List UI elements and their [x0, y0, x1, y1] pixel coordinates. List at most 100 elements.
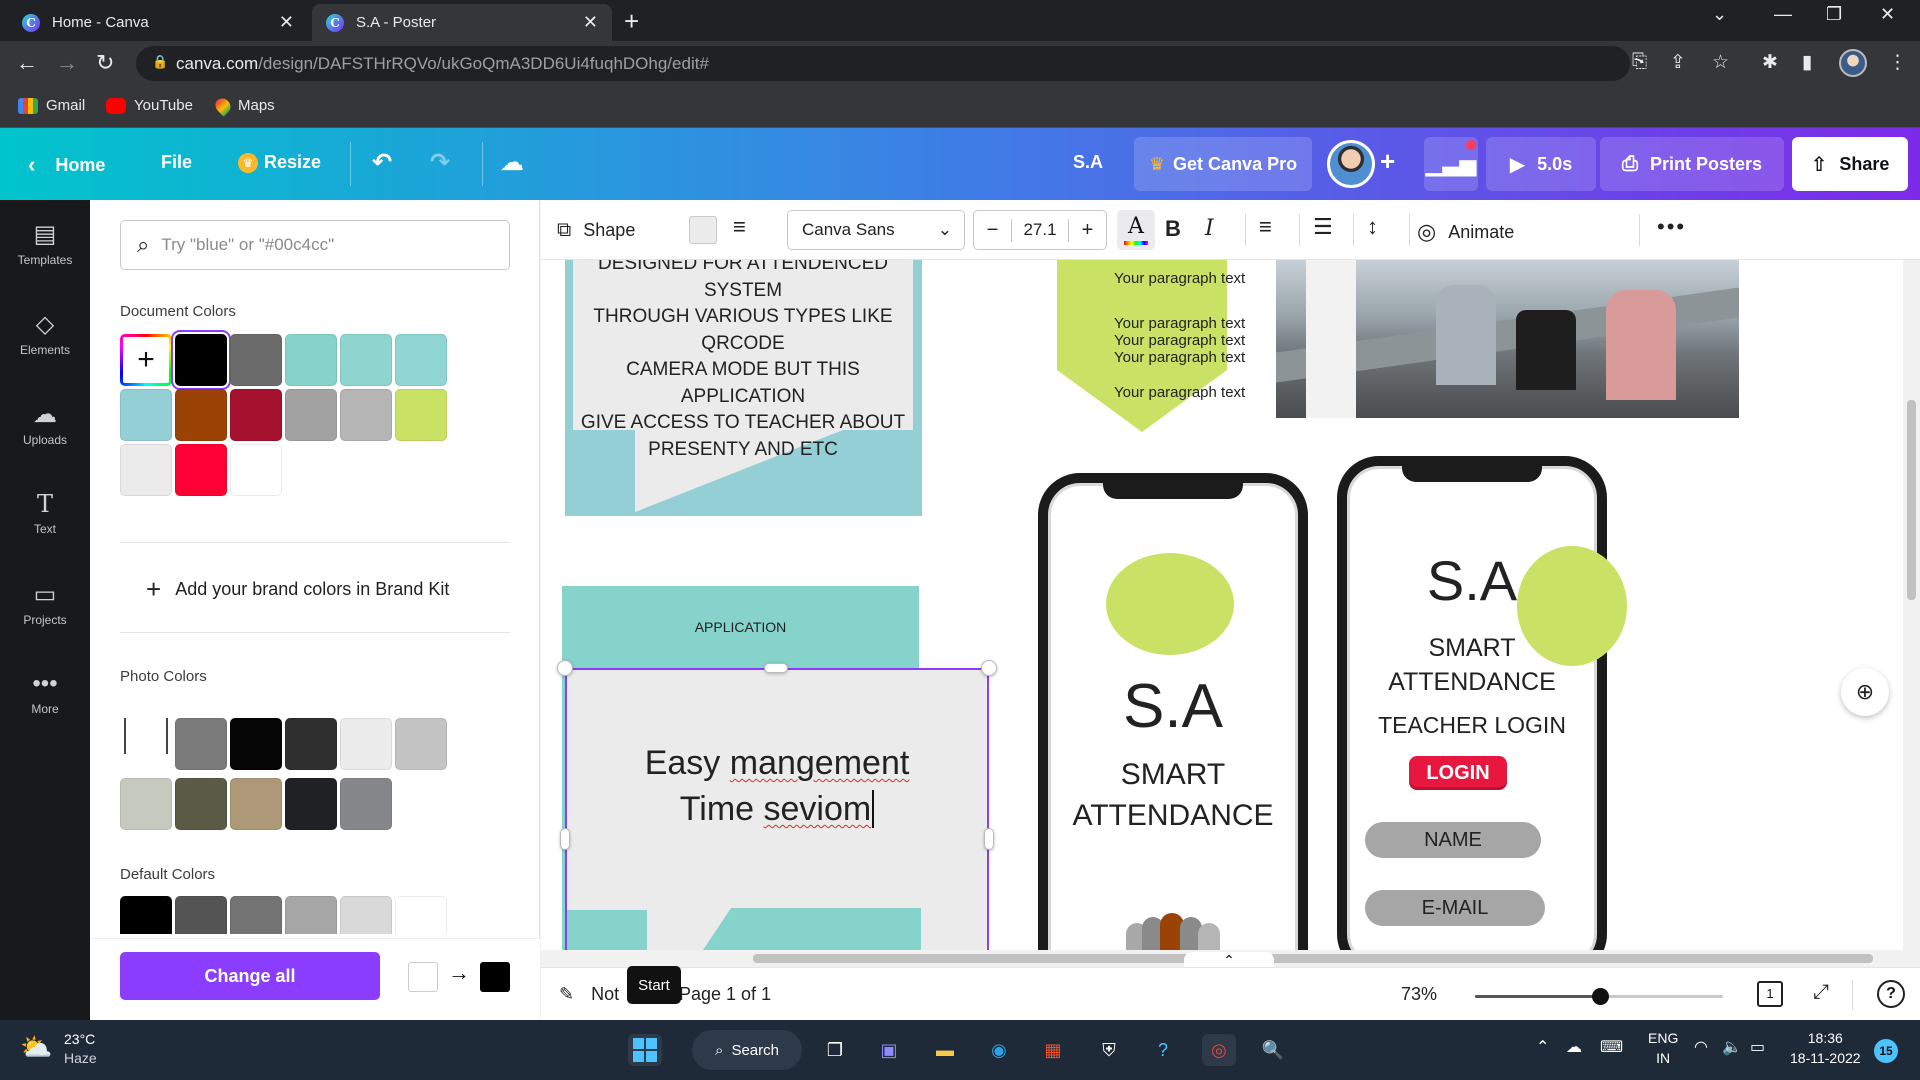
document-color-swatch[interactable]	[340, 334, 392, 386]
page-copy-icon[interactable]: ⎘	[1632, 51, 1647, 73]
align-center-icon[interactable]: ≡	[1259, 214, 1272, 240]
name-field[interactable]: NAME	[1365, 822, 1541, 858]
default-color-swatch[interactable]	[175, 896, 227, 934]
default-color-swatch[interactable]	[395, 896, 447, 934]
task-view-icon[interactable]: ❐	[818, 1034, 852, 1066]
border-style-icon[interactable]: ≡	[733, 214, 746, 240]
comment-add-icon[interactable]: ⊕	[1841, 668, 1889, 716]
print-posters-button[interactable]: ⎙ Print Posters	[1600, 137, 1784, 191]
more-options-icon[interactable]: •••	[1657, 214, 1686, 240]
vertical-scrollbar[interactable]	[1903, 260, 1920, 950]
new-tab-icon[interactable]: +	[624, 6, 639, 37]
url-field[interactable]: 🔒 canva.com/design/DAFSTHrRQVo/ukGoQmA3D…	[136, 46, 1630, 81]
document-color-swatch[interactable]	[230, 389, 282, 441]
language-indicator[interactable]: ENG IN	[1648, 1028, 1678, 1068]
resize-handle-tl[interactable]	[557, 660, 573, 676]
decrease-size-button[interactable]: −	[974, 218, 1012, 242]
redo-icon[interactable]: ↷	[430, 148, 450, 177]
classroom-photo[interactable]	[1276, 260, 1739, 418]
app-shield-icon[interactable]: ⛨	[1092, 1034, 1126, 1066]
color-search-box[interactable]: ⌕	[120, 220, 510, 270]
add-brand-colors-link[interactable]: + Add your brand colors in Brand Kit	[146, 574, 449, 605]
zoom-slider-knob[interactable]	[1592, 988, 1609, 1005]
start-windows-icon[interactable]	[628, 1034, 662, 1066]
extensions-icon[interactable]: ✱	[1762, 51, 1778, 74]
increase-size-button[interactable]: +	[1068, 218, 1106, 242]
resize-handle-left[interactable]	[560, 828, 570, 850]
rail-templates[interactable]: ▤ Templates	[0, 220, 90, 267]
change-all-button[interactable]: Change all	[120, 952, 380, 1000]
bold-icon[interactable]: B	[1165, 216, 1181, 242]
default-color-swatch[interactable]	[120, 896, 172, 934]
side-panel-icon[interactable]: ▮	[1802, 51, 1812, 74]
help-app-icon[interactable]: ?	[1146, 1034, 1180, 1066]
get-canva-pro-button[interactable]: ♛ Get Canva Pro	[1134, 137, 1312, 191]
document-color-swatch[interactable]	[171, 330, 231, 390]
resize-handle-tr[interactable]	[981, 660, 997, 676]
meet-icon[interactable]: ▣	[872, 1034, 906, 1066]
spacing-icon[interactable]: ↕	[1367, 214, 1378, 240]
photo-color-swatch[interactable]	[395, 718, 447, 770]
bookmark-gmail[interactable]: Gmail	[18, 97, 85, 114]
help-icon[interactable]: ?	[1877, 980, 1905, 1008]
description-text[interactable]: DESIGNED FOR ATTENDENCED SYSTEM THROUGH …	[573, 260, 913, 463]
forward-icon[interactable]: →	[56, 50, 78, 76]
fill-color-swatch[interactable]	[689, 216, 717, 244]
tray-chevron-up-icon[interactable]: ⌃	[1536, 1038, 1549, 1058]
wifi-icon[interactable]: ◠	[1694, 1038, 1708, 1058]
edge-icon[interactable]: ◉	[982, 1034, 1016, 1066]
add-color-button[interactable]: +	[120, 334, 172, 386]
add-people-icon[interactable]: +	[1380, 146, 1395, 177]
restore-icon[interactable]: ❐	[1826, 4, 1842, 25]
magnifier-icon[interactable]: 🔍	[1256, 1034, 1290, 1066]
paragraph-text[interactable]: Your paragraph text	[1114, 315, 1245, 332]
share-button[interactable]: ⇧ Share	[1792, 137, 1908, 191]
bookmark-star-icon[interactable]: ☆	[1712, 51, 1729, 74]
scroll-thumb[interactable]	[753, 954, 1873, 963]
bookmark-maps[interactable]: Maps	[212, 94, 275, 117]
paragraph-text[interactable]: Your paragraph text	[1114, 332, 1245, 349]
battery-icon[interactable]: ▭	[1750, 1038, 1765, 1058]
design-canvas[interactable]: DESIGNED FOR ATTENDENCED SYSTEM THROUGH …	[541, 260, 1903, 950]
photo-color-swatch[interactable]	[230, 718, 282, 770]
email-field[interactable]: E-MAIL	[1365, 890, 1545, 926]
chrome-icon[interactable]: ◎	[1202, 1034, 1236, 1066]
document-color-swatch[interactable]	[230, 444, 282, 496]
tab-search-chevron-icon[interactable]: ⌄	[1712, 4, 1727, 25]
document-color-swatch[interactable]	[175, 389, 227, 441]
page-count-icon[interactable]: 1	[1757, 981, 1783, 1007]
volume-icon[interactable]: 🔈	[1722, 1038, 1742, 1058]
tab-home-canva[interactable]: C Home - Canva ✕	[8, 4, 308, 41]
default-color-swatch[interactable]	[340, 896, 392, 934]
pages-expand-chevron-icon[interactable]: ⌃	[1184, 952, 1274, 968]
clock[interactable]: 18:36 18-11-2022	[1790, 1028, 1861, 1068]
zoom-percent[interactable]: 73%	[1401, 984, 1437, 1005]
resize-button[interactable]: ♛ Resize	[238, 152, 321, 173]
photo-color-swatch[interactable]	[340, 718, 392, 770]
resize-handle-top[interactable]	[764, 663, 788, 673]
weather-widget[interactable]: 23°C Haze	[64, 1030, 97, 1068]
phone-mockup-2[interactable]: S.A SMART ATTENDANCE TEACHER LOGIN LOGIN…	[1337, 456, 1627, 950]
tab-sa-poster[interactable]: C S.A - Poster ✕	[312, 4, 612, 41]
page-indicator[interactable]: Page 1 of 1	[679, 984, 771, 1005]
photo-color-swatch[interactable]	[285, 778, 337, 830]
close-window-icon[interactable]: ✕	[1880, 4, 1895, 25]
back-icon[interactable]: ←	[16, 50, 38, 76]
photo-color-swatch[interactable]	[285, 718, 337, 770]
home-button[interactable]: ‹ Home	[28, 152, 105, 178]
user-avatar[interactable]	[1327, 140, 1375, 188]
browser-profile-avatar[interactable]	[1839, 49, 1867, 77]
present-duration-button[interactable]: ▶ 5.0s	[1486, 137, 1596, 191]
shape-button[interactable]: ⧉ Shape	[557, 219, 635, 242]
photo-color-swatch[interactable]	[175, 718, 227, 770]
rail-elements[interactable]: ◇ Elements	[0, 310, 90, 357]
font-size-stepper[interactable]: − 27.1 +	[973, 210, 1107, 250]
taskbar-search-button[interactable]: ⌕ Search	[692, 1030, 802, 1070]
default-color-swatch[interactable]	[230, 896, 282, 934]
document-color-swatch[interactable]	[120, 444, 172, 496]
rail-more[interactable]: ••• More	[0, 670, 90, 716]
document-color-swatch[interactable]	[230, 334, 282, 386]
cloud-saved-icon[interactable]: ☁	[500, 148, 524, 177]
document-color-swatch[interactable]	[395, 334, 447, 386]
phone-mockup-1[interactable]: S.A SMART ATTENDANCE	[1038, 473, 1308, 950]
